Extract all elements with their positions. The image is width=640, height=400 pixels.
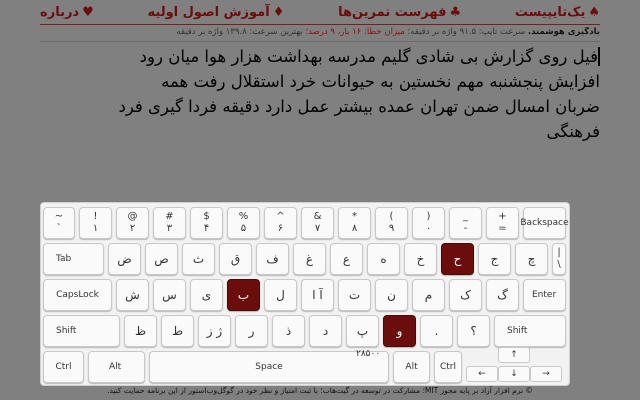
key-9[interactable]: (۹ <box>375 207 408 239</box>
key-ta[interactable]: ط <box>161 315 194 347</box>
key-0[interactable]: ) ۰ <box>412 207 445 239</box>
stats-mode: بادگیری هوشمند. <box>527 27 600 37</box>
nav-exercises-label: فهرست تمرین‌ها <box>338 4 447 20</box>
club-icon: ♣ <box>449 4 462 20</box>
key-1[interactable]: ! ۱ <box>79 207 112 239</box>
key-za[interactable]: ظ <box>124 315 157 347</box>
key-se[interactable]: ث <box>182 243 215 275</box>
key-alef[interactable]: آ ا <box>301 279 334 311</box>
arrow-down-icon[interactable]: ↓ <box>498 366 530 382</box>
text-line-1-content: فیل روی گزارش بی شادی گلیم مدرسه بهداشت … <box>139 47 598 66</box>
key-ctrl-left[interactable]: Ctrl <box>43 351 84 383</box>
key-ghaf[interactable]: ق <box>219 243 252 275</box>
key-4[interactable]: $۴ <box>190 207 223 239</box>
key-space[interactable]: Space <box>149 351 389 383</box>
key-7[interactable]: & ۷ <box>301 207 334 239</box>
key-ctrl-right[interactable]: Ctrl <box>434 351 462 383</box>
key-ye[interactable]: ی <box>190 279 223 311</box>
key-tab[interactable]: Tab <box>43 243 104 275</box>
key-alt-right[interactable]: Alt <box>393 351 430 383</box>
text-cursor <box>598 47 600 66</box>
key-shift-left[interactable]: Shift <box>43 315 120 347</box>
spade-icon: ♠ <box>588 4 600 20</box>
key-2[interactable]: @۲ <box>116 207 149 239</box>
nav-home[interactable]: ♠یک‌تایپیست <box>515 5 600 20</box>
arrow-left-icon[interactable]: ← <box>466 366 498 382</box>
arrow-up-icon[interactable]: ↑ <box>498 347 530 363</box>
key-shin[interactable]: ش <box>116 279 149 311</box>
key-backspace[interactable]: Backspace <box>520 207 569 239</box>
diamond-icon: ♦ <box>272 4 285 20</box>
key-minus[interactable]: _ - <box>449 207 482 239</box>
key-lam[interactable]: ل <box>264 279 297 311</box>
nav-home-label: یک‌تایپیست <box>514 4 586 20</box>
key-mim[interactable]: م <box>412 279 445 311</box>
footer: © نرم افزار آزاد بر پایه مجوز MIT؛ مشارک… <box>107 386 533 395</box>
key-shift-right[interactable]: Shift <box>494 315 566 347</box>
top-nav: ♠یک‌تایپیست ♣فهرست تمرین‌ها ♦آموزش اصول … <box>40 0 600 25</box>
key-be[interactable]: ب <box>227 279 260 311</box>
key-nun[interactable]: ن <box>375 279 408 311</box>
key-re[interactable]: ر <box>235 315 268 347</box>
key-ghein[interactable]: غ <box>293 243 326 275</box>
key-khe[interactable]: خ <box>404 243 437 275</box>
typing-text[interactable]: فیل روی گزارش بی شادی گلیم مدرسه بهداشت … <box>40 44 600 194</box>
key-gaf[interactable]: گ <box>486 279 519 311</box>
key-vav[interactable]: و <box>383 315 416 347</box>
key-3[interactable]: #۳ <box>153 207 186 239</box>
key-ein[interactable]: ع <box>330 243 363 275</box>
key-question[interactable]: ؟ <box>457 315 490 347</box>
key-che[interactable]: چ <box>515 243 548 275</box>
key-te[interactable]: ت <box>338 279 371 311</box>
nav-basics[interactable]: ♦آموزش اصول اولیه <box>148 5 285 20</box>
key-he[interactable]: ه <box>367 243 400 275</box>
stats-best: بهترین سرعت: ۱۳۹.۸ واژه بر دقیقه <box>176 27 303 37</box>
key-sad[interactable]: ص <box>145 243 178 275</box>
key-sin[interactable]: س <box>153 279 186 311</box>
key-8[interactable]: * ۸ <box>338 207 371 239</box>
key-capslock[interactable]: CapsLock <box>43 279 112 311</box>
key-5[interactable]: % ۵ <box>227 207 260 239</box>
key-zal[interactable]: ذ <box>272 315 305 347</box>
key-backtick[interactable]: ~ ` <box>43 207 75 239</box>
stats-bar: بادگیری هوشمند. سرعت تایپ: ۹۱.۵ واژه بر … <box>40 27 600 42</box>
key-fe[interactable]: ف <box>256 243 289 275</box>
key-alt-left[interactable]: Alt <box>88 351 145 383</box>
key-kaf[interactable]: ک <box>449 279 482 311</box>
key-zad[interactable]: ض <box>108 243 141 275</box>
heart-icon: ♥ <box>82 4 94 20</box>
nav-basics-label: آموزش اصول اولیه <box>147 4 270 20</box>
text-line-1: فیل روی گزارش بی شادی گلیم مدرسه بهداشت … <box>40 44 600 69</box>
arrow-right-icon[interactable]: → <box>530 366 562 382</box>
key-equals[interactable]: + = <box>486 207 519 239</box>
key-dal[interactable]: د <box>309 315 342 347</box>
nav-about-label: درباره <box>40 4 80 20</box>
key-he-jimi[interactable]: ح <box>441 243 474 275</box>
stats-speed: سرعت تایپ: ۹۱.۵ واژه بر دقیقه؛ <box>407 27 526 37</box>
key-enter[interactable]: Enter <box>523 279 566 311</box>
nav-exercises[interactable]: ♣فهرست تمرین‌ها <box>338 5 461 20</box>
text-line-4: فرهنگی <box>546 122 600 141</box>
nav-about[interactable]: ♥درباره <box>40 5 94 20</box>
key-ze[interactable]: ژ ز <box>198 315 231 347</box>
text-line-3: ضربان امسال ضمن تهران عمده بیشتر عمل دار… <box>118 97 600 116</box>
key-pe[interactable]: پ <box>346 315 379 347</box>
key-backslash[interactable]: | \ <box>552 243 566 275</box>
key-jim[interactable]: ج <box>478 243 511 275</box>
text-line-2: افزایش پنجشنبه مهم نخستین به حیوانات خرد… <box>161 72 600 91</box>
key-period[interactable]: . <box>420 315 453 347</box>
key-6[interactable]: ^ ۶ <box>264 207 297 239</box>
stats-errors: میزان خطا: ۱۶ بار، ۹ درصد؛ <box>305 27 405 37</box>
on-screen-keyboard: ~ ` ! ۱ @۲ #۳ $۴ % ۵ ^ ۶ & ۷ * ۸ (۹ ) ۰ _ - + = B… <box>40 202 570 386</box>
ime-indicator: ۲۸۵۰۰ <box>356 349 381 359</box>
